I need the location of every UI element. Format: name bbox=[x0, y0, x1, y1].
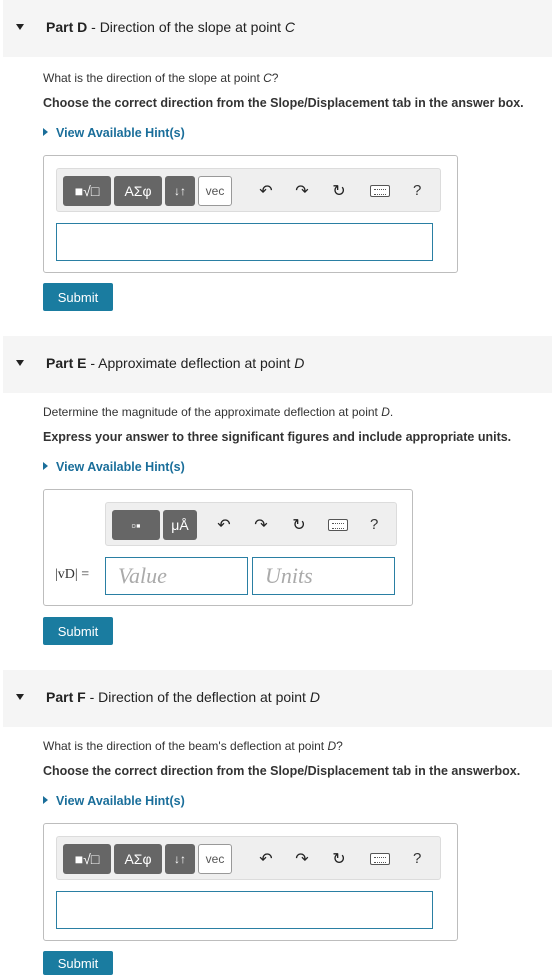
answer-field[interactable] bbox=[57, 892, 432, 928]
variable-label: |vD| = bbox=[55, 567, 90, 582]
reset-icon[interactable]: ↻ bbox=[290, 516, 308, 534]
greek-symbols-button[interactable]: ΑΣφ bbox=[114, 176, 162, 206]
expand-triangle-icon bbox=[43, 462, 48, 470]
part-d-title: Part D - Direction of the slope at point… bbox=[46, 19, 296, 35]
submit-button[interactable]: Submit bbox=[43, 283, 113, 311]
vector-button[interactable]: vec bbox=[198, 176, 232, 206]
part-f-answer-box: ■√□ ΑΣφ ↓↑ vec ↶ ↷ ↻ ? bbox=[43, 823, 458, 941]
keyboard-icon[interactable] bbox=[328, 519, 348, 531]
part-e-answer-box: ▫▪ μÅ ↶ ↷ ↻ ? |vD| = bbox=[43, 489, 413, 606]
part-e-header[interactable]: Part E - Approximate deflection at point… bbox=[3, 336, 552, 393]
expand-triangle-icon bbox=[43, 796, 48, 804]
math-toolbar: ■√□ ΑΣφ ↓↑ vec ↶ ↷ ↻ ? bbox=[56, 836, 441, 880]
template-button[interactable]: ■√□ bbox=[63, 176, 111, 206]
units-input[interactable] bbox=[252, 557, 395, 595]
arrows-button[interactable]: ↓↑ bbox=[165, 176, 195, 206]
value-input[interactable] bbox=[105, 557, 248, 595]
answer-input[interactable] bbox=[56, 891, 433, 929]
template-button[interactable]: ■√□ bbox=[63, 844, 111, 874]
vector-button[interactable]: vec bbox=[198, 844, 232, 874]
value-field[interactable] bbox=[106, 558, 247, 594]
answer-input[interactable] bbox=[56, 223, 433, 261]
reset-icon[interactable]: ↻ bbox=[330, 850, 348, 868]
answer-field[interactable] bbox=[57, 224, 432, 260]
submit-button[interactable]: Submit bbox=[43, 951, 113, 975]
part-d-instruction: Choose the correct direction from the Sl… bbox=[43, 96, 524, 110]
help-icon[interactable]: ? bbox=[413, 182, 421, 199]
expand-triangle-icon bbox=[43, 128, 48, 136]
collapse-triangle-icon[interactable] bbox=[16, 360, 24, 366]
keyboard-icon[interactable] bbox=[370, 853, 390, 865]
part-d-header[interactable]: Part D - Direction of the slope at point… bbox=[3, 0, 552, 57]
undo-icon[interactable]: ↶ bbox=[257, 850, 275, 868]
redo-icon[interactable]: ↷ bbox=[252, 516, 270, 534]
arrows-button[interactable]: ↓↑ bbox=[165, 844, 195, 874]
part-d-question: What is the direction of the slope at po… bbox=[43, 71, 279, 85]
part-e-hint-link[interactable]: View Available Hint(s) bbox=[43, 460, 185, 474]
submit-button[interactable]: Submit bbox=[43, 617, 113, 645]
part-d-hint-link[interactable]: View Available Hint(s) bbox=[43, 126, 185, 140]
collapse-triangle-icon[interactable] bbox=[16, 24, 24, 30]
template-button[interactable]: ▫▪ bbox=[112, 510, 160, 540]
help-icon[interactable]: ? bbox=[413, 850, 421, 867]
part-f-header[interactable]: Part F - Direction of the deflection at … bbox=[3, 670, 552, 727]
part-d-answer-box: ■√□ ΑΣφ ↓↑ vec ↶ ↷ ↻ ? bbox=[43, 155, 458, 273]
undo-icon[interactable]: ↶ bbox=[215, 516, 233, 534]
part-e-title: Part E - Approximate deflection at point… bbox=[46, 355, 305, 371]
part-e-question: Determine the magnitude of the approxima… bbox=[43, 405, 394, 419]
math-toolbar: ▫▪ μÅ ↶ ↷ ↻ ? bbox=[105, 502, 397, 546]
keyboard-icon[interactable] bbox=[370, 185, 390, 197]
units-button[interactable]: μÅ bbox=[163, 510, 197, 540]
redo-icon[interactable]: ↷ bbox=[293, 182, 311, 200]
units-field[interactable] bbox=[253, 558, 394, 594]
reset-icon[interactable]: ↻ bbox=[330, 182, 348, 200]
collapse-triangle-icon[interactable] bbox=[16, 694, 24, 700]
part-f-question: What is the direction of the beam's defl… bbox=[43, 739, 343, 753]
redo-icon[interactable]: ↷ bbox=[293, 850, 311, 868]
undo-icon[interactable]: ↶ bbox=[257, 182, 275, 200]
part-e-instruction: Express your answer to three significant… bbox=[43, 430, 512, 444]
part-f-instruction: Choose the correct direction from the Sl… bbox=[43, 764, 521, 778]
math-toolbar: ■√□ ΑΣφ ↓↑ vec ↶ ↷ ↻ ? bbox=[56, 168, 441, 212]
part-f-hint-link[interactable]: View Available Hint(s) bbox=[43, 794, 185, 808]
greek-symbols-button[interactable]: ΑΣφ bbox=[114, 844, 162, 874]
part-f-title: Part F - Direction of the deflection at … bbox=[46, 689, 320, 705]
help-icon[interactable]: ? bbox=[370, 516, 378, 533]
